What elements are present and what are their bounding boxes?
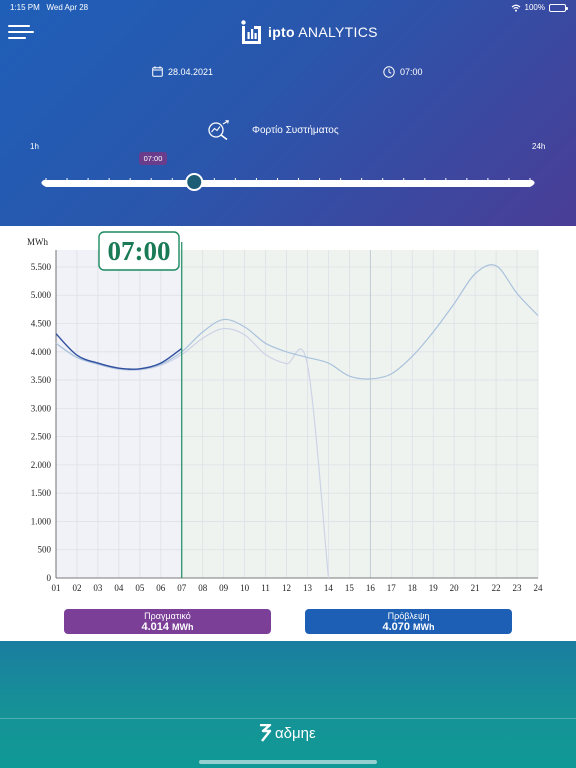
date-value: 28.04.2021 <box>168 66 214 77</box>
x-tick-label: 09 <box>219 583 229 593</box>
x-tick-label: 01 <box>52 583 61 593</box>
slider-min-label: 1h <box>30 142 39 151</box>
x-tick-label: 22 <box>492 583 501 593</box>
clock-icon <box>383 66 395 78</box>
x-tick-label: 24 <box>534 583 544 593</box>
x-tick-label: 19 <box>429 583 439 593</box>
y-tick-label: 4.500 <box>31 319 52 329</box>
app-header: 1:15 PM Wed Apr 28 100% ipto ANALYTICS 2… <box>0 0 576 226</box>
y-tick-label: 3.000 <box>31 403 52 413</box>
x-tick-label: 11 <box>261 583 270 593</box>
y-axis-label: MWh <box>27 237 48 247</box>
x-tick-label: 15 <box>345 583 355 593</box>
x-tick-label: 06 <box>156 583 166 593</box>
x-tick-label: 08 <box>198 583 208 593</box>
x-tick-label: 12 <box>282 583 291 593</box>
y-tick-label: 2.500 <box>31 432 52 442</box>
y-tick-label: 5.000 <box>31 290 52 300</box>
battery-icon <box>549 3 568 12</box>
battery-percent: 100% <box>524 3 545 12</box>
actual-value: 4.014 <box>141 621 169 633</box>
x-tick-label: 10 <box>240 583 250 593</box>
slider-max-label: 24h <box>532 142 546 151</box>
y-tick-label: 2.000 <box>31 460 52 470</box>
forecast-value-row: 4.070 MWh <box>305 621 512 633</box>
calendar-icon <box>152 66 163 77</box>
brand-logo: ipto ANALYTICS <box>240 20 378 44</box>
x-tick-label: 21 <box>471 583 480 593</box>
y-tick-label: 1.000 <box>31 516 52 526</box>
metric-title: Φορτίο Συστήματος <box>252 124 339 136</box>
actual-value-row: 4.014 MWh <box>64 621 271 633</box>
home-indicator[interactable] <box>199 760 377 764</box>
time-selector[interactable]: 07:00 <box>383 66 423 78</box>
actual-card[interactable]: Πραγματικό 4.014 MWh <box>64 609 271 634</box>
menu-button[interactable] <box>8 25 34 39</box>
forecast-label: Πρόβλεψη <box>387 611 430 621</box>
x-tick-label: 04 <box>114 583 124 593</box>
status-right: 100% <box>511 3 568 12</box>
x-tick-label: 05 <box>135 583 145 593</box>
hour-slider[interactable] <box>0 168 576 198</box>
load-chart: 0 500 1.000 1.500 2.000 2.500 3.000 3.500 4.000 4… <box>0 227 576 607</box>
y-tick-label: 1.500 <box>31 488 52 498</box>
y-tick-label: 3.500 <box>31 375 52 385</box>
hamburger-icon <box>8 25 30 27</box>
forecast-value: 4.070 <box>382 621 410 633</box>
x-tick-label: 13 <box>303 583 313 593</box>
y-tick-label: 4.000 <box>31 347 52 357</box>
brand-title: ipto ANALYTICS <box>268 24 378 40</box>
footer-divider <box>0 718 576 719</box>
y-tick-label: 500 <box>38 545 52 555</box>
actual-unit: MWh <box>172 622 194 632</box>
status-bar: 1:15 PM Wed Apr 28 100% <box>10 3 568 15</box>
ipto-logo-icon <box>241 20 261 44</box>
x-tick-label: 20 <box>450 583 460 593</box>
date-selector[interactable]: 28.04.2021 <box>152 66 213 77</box>
footer: αδμηε <box>0 641 576 768</box>
future-region <box>181 250 538 578</box>
admie-logo-icon <box>260 724 272 742</box>
x-tick-label: 17 <box>387 583 397 593</box>
actual-label: Πραγματικό <box>144 611 191 621</box>
x-tick-label: 16 <box>366 583 376 593</box>
admie-logo: αδμηε <box>258 724 316 742</box>
time-value: 07:00 <box>400 67 423 77</box>
metric-selector[interactable]: Φορτίο Συστήματος <box>208 120 339 140</box>
slider-value-tooltip: 07:00 <box>139 152 167 165</box>
x-tick-label: 14 <box>324 583 334 593</box>
forecast-unit: MWh <box>413 622 435 632</box>
y-tick-label: 5.500 <box>31 262 52 272</box>
status-time: 1:15 PM Wed Apr 28 <box>10 3 89 12</box>
admie-logo-text: αδμηε <box>275 724 316 742</box>
x-tick-label: 03 <box>93 583 103 593</box>
wifi-icon <box>511 4 520 12</box>
time-marker-label: 07:00 <box>108 236 171 266</box>
x-tick-label: 23 <box>513 583 523 593</box>
y-tick-label: 0 <box>47 573 52 583</box>
x-tick-label: 07 <box>177 583 187 593</box>
forecast-card[interactable]: Πρόβλεψη 4.070 MWh <box>305 609 512 634</box>
x-tick-label: 18 <box>408 583 418 593</box>
trend-search-icon <box>208 120 230 140</box>
slider-thumb[interactable] <box>185 173 204 191</box>
x-tick-label: 02 <box>72 583 81 593</box>
